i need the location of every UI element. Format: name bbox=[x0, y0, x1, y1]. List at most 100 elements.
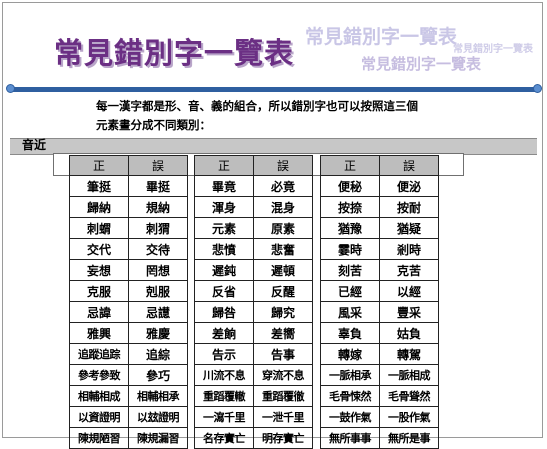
wrong-word: 追綜 bbox=[128, 343, 188, 365]
table-row: 便秘 便泌 bbox=[320, 175, 439, 197]
table-row: 一瀉千里 一泄千里 bbox=[194, 406, 313, 428]
correct-word: 重蹈覆轍 bbox=[194, 385, 254, 407]
wrong-word: 規納 bbox=[128, 196, 188, 218]
correct-word: 便秘 bbox=[320, 175, 380, 197]
wrong-word: 原素 bbox=[253, 217, 313, 239]
wrong-word: 以玆證明 bbox=[128, 406, 188, 428]
divider-cap-right bbox=[533, 84, 542, 93]
table-row: 刻苦 克苦 bbox=[320, 259, 439, 281]
correct-word: 陳規陋習 bbox=[69, 427, 129, 449]
word-table-2: 正誤畢竟 必竟 渾身 混身 元素 原素 悲憤 悲奮 遲鈍 遲頓 反省 反醒 歸咎 歸究 差餉 差嚮 告示 告事 川流… bbox=[194, 155, 313, 449]
wrong-word: 剋服 bbox=[128, 280, 188, 302]
correct-word: 元素 bbox=[194, 217, 254, 239]
correct-word: 毛骨悚然 bbox=[320, 385, 380, 407]
correct-word: 妄想 bbox=[69, 259, 129, 281]
table-row: 渾身 混身 bbox=[194, 196, 313, 218]
correct-word: 轉嫁 bbox=[320, 343, 380, 365]
correct-word: 一脈相承 bbox=[320, 364, 380, 386]
wrong-word: 克苦 bbox=[379, 259, 439, 281]
intro-paragraph: 每一漢字都是形、音、義的組合，所以錯別字也可以按照這三個 元素畫分成不同類別： bbox=[96, 97, 456, 135]
table-row: 毛骨悚然 毛骨聳然 bbox=[320, 385, 439, 407]
correct-word: 渾身 bbox=[194, 196, 254, 218]
wrong-word: 刺猬 bbox=[128, 217, 188, 239]
wrong-word: 差嚮 bbox=[253, 322, 313, 344]
table-row: 陳規陋習 陳規漏習 bbox=[69, 427, 188, 449]
column-header-row: 正誤 bbox=[320, 155, 439, 176]
table-row: 名存實亡 明存實亡 bbox=[194, 427, 313, 449]
correct-word: 川流不息 bbox=[194, 364, 254, 386]
table-row: 遲鈍 遲頓 bbox=[194, 259, 313, 281]
wrong-word: 悲奮 bbox=[253, 238, 313, 260]
wrong-word: 反醒 bbox=[253, 280, 313, 302]
correct-word: 遲鈍 bbox=[194, 259, 254, 281]
wrong-word: 無所是事 bbox=[379, 427, 439, 449]
correct-word: 告示 bbox=[194, 343, 254, 365]
table-row: 無所事事 無所是事 bbox=[320, 427, 439, 449]
table-row: 一脈相承 一脈相成 bbox=[320, 364, 439, 386]
table-row: 筆挺 畢挺 bbox=[69, 175, 188, 197]
table-row: 相輔相成 相輔相承 bbox=[69, 385, 188, 407]
correct-word: 歸咎 bbox=[194, 301, 254, 323]
title-watermark: 常見錯別字一覽表 bbox=[305, 26, 458, 48]
table-row: 風采 豐采 bbox=[320, 301, 439, 323]
wrong-word: 罔想 bbox=[128, 259, 188, 281]
table-row: 忌諱 忌譿 bbox=[69, 301, 188, 323]
wrong-word: 按耐 bbox=[379, 196, 439, 218]
table-row: 妄想 罔想 bbox=[69, 259, 188, 281]
wrong-word: 畢挺 bbox=[128, 175, 188, 197]
table-row: 差餉 差嚮 bbox=[194, 322, 313, 344]
table-row: 參考參致 參巧 bbox=[69, 364, 188, 386]
correct-word: 雅興 bbox=[69, 322, 129, 344]
table-row: 歸納 規納 bbox=[69, 196, 188, 218]
table-row: 元素 原素 bbox=[194, 217, 313, 239]
table-row: 反省 反醒 bbox=[194, 280, 313, 302]
correct-word: 差餉 bbox=[194, 322, 254, 344]
table-row: 以資證明 以玆證明 bbox=[69, 406, 188, 428]
correct-word: 一瀉千里 bbox=[194, 406, 254, 428]
table-row: 刺蝟 刺猬 bbox=[69, 217, 188, 239]
intro-line-2: 元素畫分成不同類別： bbox=[96, 118, 211, 132]
wrong-word: 必竟 bbox=[253, 175, 313, 197]
wrong-word: 一股作氣 bbox=[379, 406, 439, 428]
correct-word: 忌諱 bbox=[69, 301, 129, 323]
column-header-wrong: 誤 bbox=[379, 155, 439, 176]
table-row: 追蹤追踪 追綜 bbox=[69, 343, 188, 365]
wrong-word: 歸究 bbox=[253, 301, 313, 323]
table-row: 雅興 雅慶 bbox=[69, 322, 188, 344]
wrong-word: 忌譿 bbox=[128, 301, 188, 323]
correct-word: 參考參致 bbox=[69, 364, 129, 386]
wrong-word: 遲頓 bbox=[253, 259, 313, 281]
table-row: 交代 交待 bbox=[69, 238, 188, 260]
table-row: 悲憤 悲奮 bbox=[194, 238, 313, 260]
table-row: 告示 告事 bbox=[194, 343, 313, 365]
correct-word: 風采 bbox=[320, 301, 380, 323]
section-title: 音近 bbox=[22, 138, 47, 152]
table-row: 克服 剋服 bbox=[69, 280, 188, 302]
header-divider bbox=[10, 87, 537, 92]
wrong-word: 雅慶 bbox=[128, 322, 188, 344]
intro-line-1: 每一漢字都是形、音、義的組合，所以錯別字也可以按照這三個 bbox=[96, 99, 418, 113]
wrong-word: 剎時 bbox=[379, 238, 439, 260]
wrong-word: 重蹈覆徹 bbox=[253, 385, 313, 407]
wrong-word: 豐采 bbox=[379, 301, 439, 323]
wrong-word: 一泄千里 bbox=[253, 406, 313, 428]
correct-word: 追蹤追踪 bbox=[69, 343, 129, 365]
column-header-row: 正誤 bbox=[194, 155, 313, 176]
wrong-word: 毛骨聳然 bbox=[379, 385, 439, 407]
correct-word: 刻苦 bbox=[320, 259, 380, 281]
correct-word: 無所事事 bbox=[320, 427, 380, 449]
column-header-row: 正誤 bbox=[69, 155, 188, 176]
table-row: 畢竟 必竟 bbox=[194, 175, 313, 197]
wrong-word: 參巧 bbox=[128, 364, 188, 386]
correct-word: 克服 bbox=[69, 280, 129, 302]
correct-word: 筆挺 bbox=[69, 175, 129, 197]
correct-word: 悲憤 bbox=[194, 238, 254, 260]
correct-word: 畢竟 bbox=[194, 175, 254, 197]
wrong-word: 轉駕 bbox=[379, 343, 439, 365]
correct-word: 一鼓作氣 bbox=[320, 406, 380, 428]
wrong-word: 混身 bbox=[253, 196, 313, 218]
correct-word: 已經 bbox=[320, 280, 380, 302]
correct-word: 刺蝟 bbox=[69, 217, 129, 239]
wrong-word: 一脈相成 bbox=[379, 364, 439, 386]
divider-cap-left bbox=[6, 84, 15, 93]
